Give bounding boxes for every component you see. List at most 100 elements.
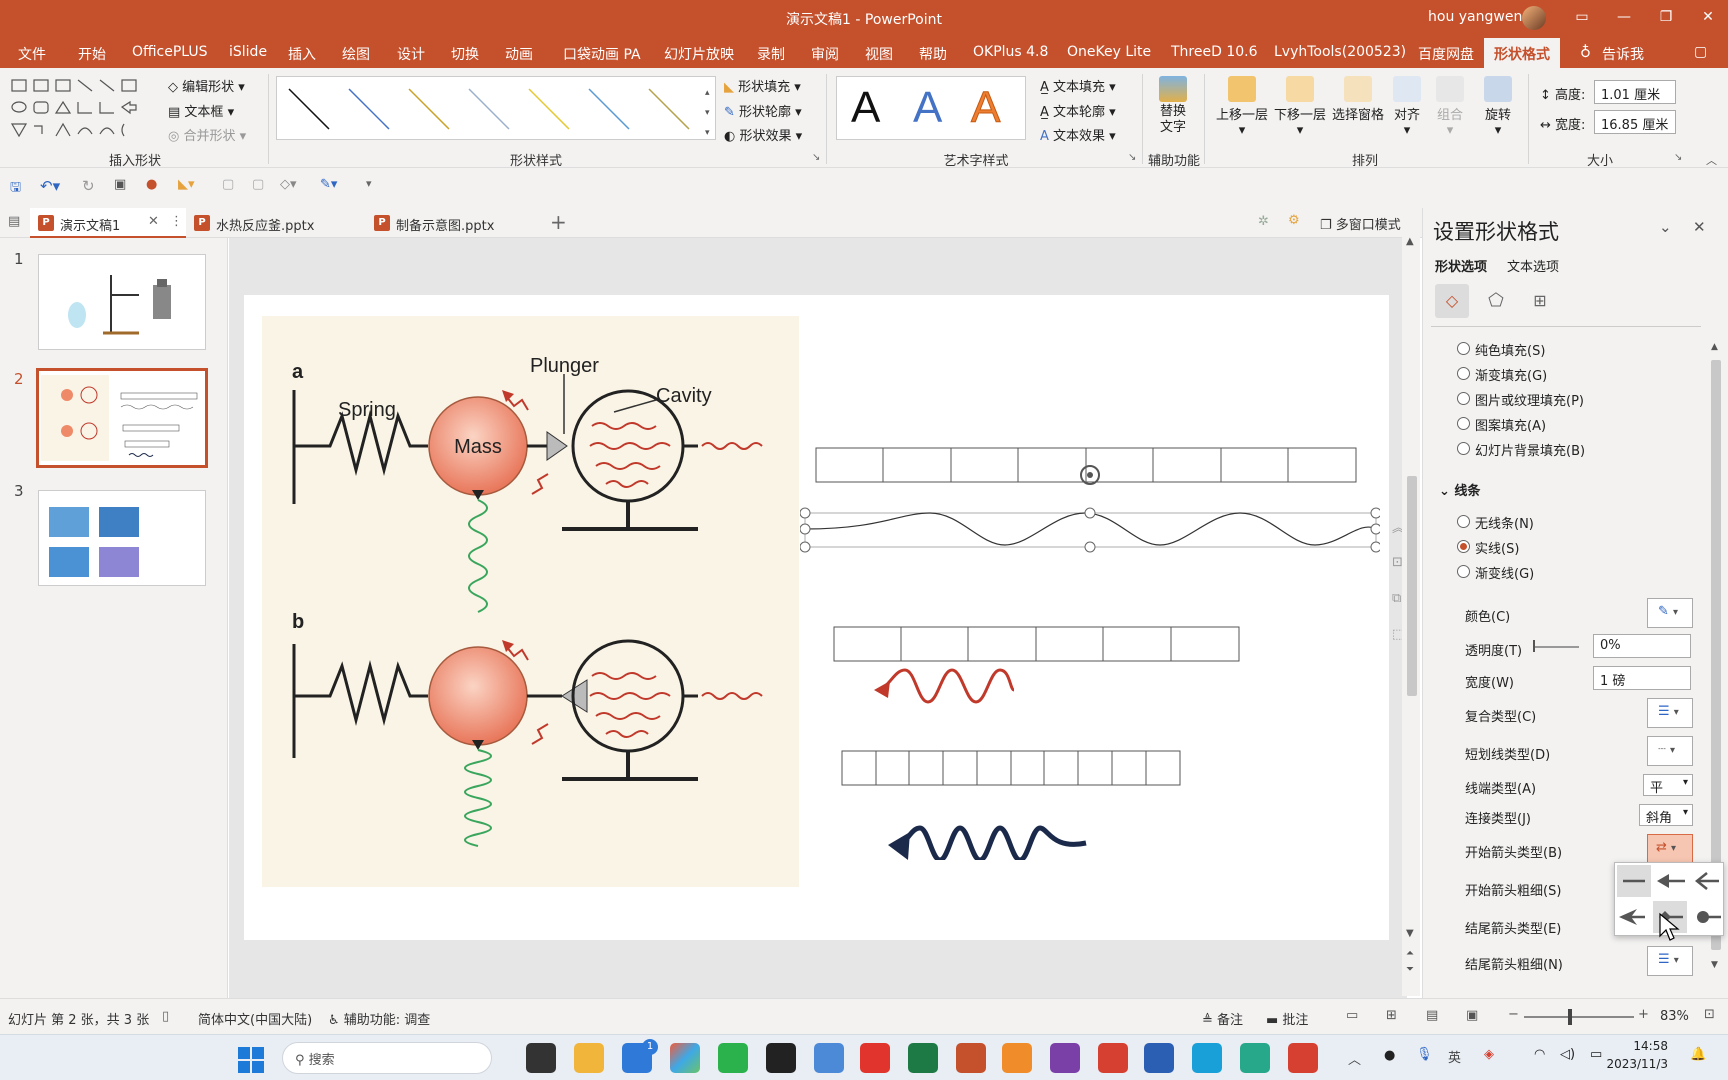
slide-thumbnail-1[interactable] — [38, 254, 206, 350]
taskbar-search[interactable]: ⚲ 搜索 — [282, 1042, 492, 1074]
photos-icon[interactable] — [670, 1043, 700, 1073]
slide-thumbnail-3[interactable] — [38, 490, 206, 586]
radio-gradient-line[interactable] — [1457, 565, 1470, 578]
zoom-slider-thumb[interactable] — [1568, 1009, 1572, 1025]
menu-animations[interactable]: 动画 — [505, 44, 533, 64]
word-icon[interactable] — [1144, 1043, 1174, 1073]
zoom-in-icon[interactable]: + — [1638, 1007, 1649, 1022]
menu-baidu[interactable]: 百度网盘 — [1418, 44, 1474, 64]
shape-styles-gallery[interactable]: ▴ ▾ ▾ — [276, 76, 716, 140]
text-outline-button[interactable]: A̲ 文本轮廓 ▾ — [1040, 101, 1116, 120]
menu-record[interactable]: 录制 — [757, 44, 785, 64]
text-fill-button[interactable]: A̲ 文本填充 ▾ — [1040, 76, 1116, 95]
add-tab-button[interactable]: + — [550, 210, 567, 234]
minimize-icon[interactable]: — — [1604, 4, 1644, 30]
radio-no-line[interactable] — [1457, 515, 1470, 528]
text-effects-button[interactable]: A 文本效果 ▾ — [1040, 125, 1116, 144]
save-icon[interactable]: 🖫 — [10, 178, 21, 200]
taskview-icon[interactable] — [526, 1043, 556, 1073]
ime-icon[interactable]: 英 — [1448, 1047, 1461, 1066]
shape-effects-button[interactable]: ◐ 形状效果 ▾ — [724, 125, 802, 144]
close-icon[interactable]: ✕ — [1688, 4, 1728, 30]
tray-app-icon[interactable]: ◈ — [1484, 1047, 1494, 1062]
align-button[interactable]: 对齐 ▾ — [1390, 76, 1424, 138]
selection-pane-button[interactable]: 选择窗格 — [1330, 76, 1386, 123]
height-input[interactable]: 1.01 厘米 — [1594, 80, 1676, 104]
comments-icon[interactable]: ▢ — [1694, 44, 1707, 60]
arrow-option-stealth[interactable] — [1619, 909, 1645, 925]
volume-icon[interactable]: ◁) — [1560, 1047, 1575, 1062]
menu-draw[interactable]: 绘图 — [342, 44, 370, 64]
size-properties-icon[interactable]: ⊞ — [1523, 284, 1557, 318]
excel-icon[interactable] — [908, 1043, 938, 1073]
pin-icon[interactable]: ✲ — [1258, 214, 1269, 229]
dialog-launcher-icon[interactable]: ↘ — [812, 152, 820, 163]
menu-shape-format[interactable]: 形状格式 — [1484, 38, 1560, 68]
menu-view[interactable]: 视图 — [865, 44, 893, 64]
dialog-launcher-icon[interactable]: ↘ — [1128, 152, 1136, 163]
figure-image[interactable]: a Spring Mass Plunger Cavity b — [262, 316, 799, 887]
menu-onekey[interactable]: OneKey Lite — [1067, 44, 1151, 60]
selection-handles[interactable] — [800, 507, 1380, 553]
wechat-icon[interactable] — [718, 1043, 748, 1073]
format-icon[interactable]: ◇▾ — [280, 177, 297, 192]
notifications-icon[interactable]: 🔔 — [1690, 1047, 1706, 1062]
zoom-level[interactable]: 83% — [1660, 1009, 1689, 1024]
dash-type-dropdown[interactable]: ┄ ▾ — [1647, 736, 1693, 766]
fill-icon[interactable]: ◣▾ — [178, 177, 195, 192]
zoom-slider[interactable] — [1524, 1016, 1634, 1018]
comments-button[interactable]: ▬ 批注 — [1266, 1009, 1308, 1028]
tab-list-icon[interactable]: ▤ — [8, 214, 20, 229]
tab-doc-3[interactable]: P 制备示意图.pptx — [366, 208, 542, 238]
microphone-icon[interactable]: 🎙 — [1416, 1047, 1433, 1062]
app-icon[interactable] — [814, 1043, 844, 1073]
edge-icon[interactable] — [1192, 1043, 1222, 1073]
reading-view-icon[interactable]: ▤ — [1426, 1008, 1438, 1023]
close-tab-icon[interactable]: ✕ — [148, 214, 159, 229]
spellcheck-icon[interactable]: ▯ — [162, 1009, 169, 1024]
tab-doc-2[interactable]: P 水热反应釜.pptx — [186, 208, 362, 238]
menu-officeplus[interactable]: OfficePLUS — [132, 44, 208, 60]
menu-help[interactable]: 帮助 — [919, 44, 947, 64]
width-input[interactable]: 16.85 厘米 — [1594, 110, 1676, 134]
radio-gradient-fill[interactable] — [1457, 367, 1470, 380]
rotate-button[interactable]: 旋转 ▾ — [1480, 76, 1516, 138]
powerpoint-taskbar-icon[interactable] — [956, 1043, 986, 1073]
menu-pocket-animation[interactable]: 口袋动画 PA — [563, 44, 641, 64]
normal-view-icon[interactable]: ▭ — [1346, 1008, 1358, 1023]
menu-slideshow[interactable]: 幻灯片放映 — [664, 44, 734, 64]
transparency-input[interactable]: 0% — [1593, 634, 1691, 658]
notes-button[interactable]: ≜ 备注 — [1202, 1009, 1243, 1028]
line-width-input[interactable]: 1 磅 — [1593, 666, 1691, 690]
slide-sorter-icon[interactable]: ⊞ — [1386, 1008, 1397, 1023]
effects-pentagon-icon[interactable]: ⬠ — [1479, 284, 1513, 318]
menu-home[interactable]: 开始 — [78, 44, 106, 64]
textbox-button[interactable]: ▤ 文本框 ▾ — [168, 101, 234, 120]
menu-transitions[interactable]: 切换 — [451, 44, 479, 64]
settings-icon[interactable]: ⚙ — [1288, 213, 1300, 228]
end-arrow-size-dropdown[interactable]: ☰ ▾ — [1647, 946, 1693, 976]
duplicate-icon[interactable]: ▢ — [252, 177, 264, 192]
clock-time[interactable]: 14:58 — [1620, 1039, 1668, 1053]
scroll-down-icon[interactable]: ▼ — [1406, 928, 1414, 939]
language-indicator[interactable]: 简体中文(中国大陆) — [198, 1009, 312, 1028]
group-button[interactable]: 组合 ▾ — [1432, 76, 1468, 138]
menu-lvyhtools[interactable]: LvyhTools(200523) — [1274, 44, 1406, 60]
menu-insert[interactable]: 插入 — [288, 44, 316, 64]
pane-options-icon[interactable]: ⌄ — [1659, 218, 1672, 236]
merge-shape-button[interactable]: ◎ 合并形状 ▾ — [168, 125, 246, 144]
arrow-option-oval[interactable] — [1697, 911, 1721, 923]
tab-menu-icon[interactable]: ⋮ — [170, 214, 183, 229]
fill-line-icon[interactable]: ◇ — [1435, 284, 1469, 318]
compound-type-dropdown[interactable]: ☰ ▾ — [1647, 698, 1693, 728]
radio-pattern-fill[interactable] — [1457, 417, 1470, 430]
arrange-icon[interactable]: ⧉ — [1392, 591, 1401, 606]
join-type-dropdown[interactable]: 斜角 ▾ — [1639, 804, 1693, 826]
radio-solid-line[interactable] — [1457, 540, 1470, 553]
onenote-icon[interactable] — [1050, 1043, 1080, 1073]
radio-solid-fill[interactable] — [1457, 342, 1470, 355]
tab-doc-1[interactable]: P 演示文稿1 ✕ ⋮ — [30, 208, 186, 238]
app-z2-icon[interactable] — [1288, 1043, 1318, 1073]
arrow-option-open[interactable] — [1694, 872, 1719, 890]
menu-okplus[interactable]: OKPlus 4.8 — [973, 44, 1048, 60]
